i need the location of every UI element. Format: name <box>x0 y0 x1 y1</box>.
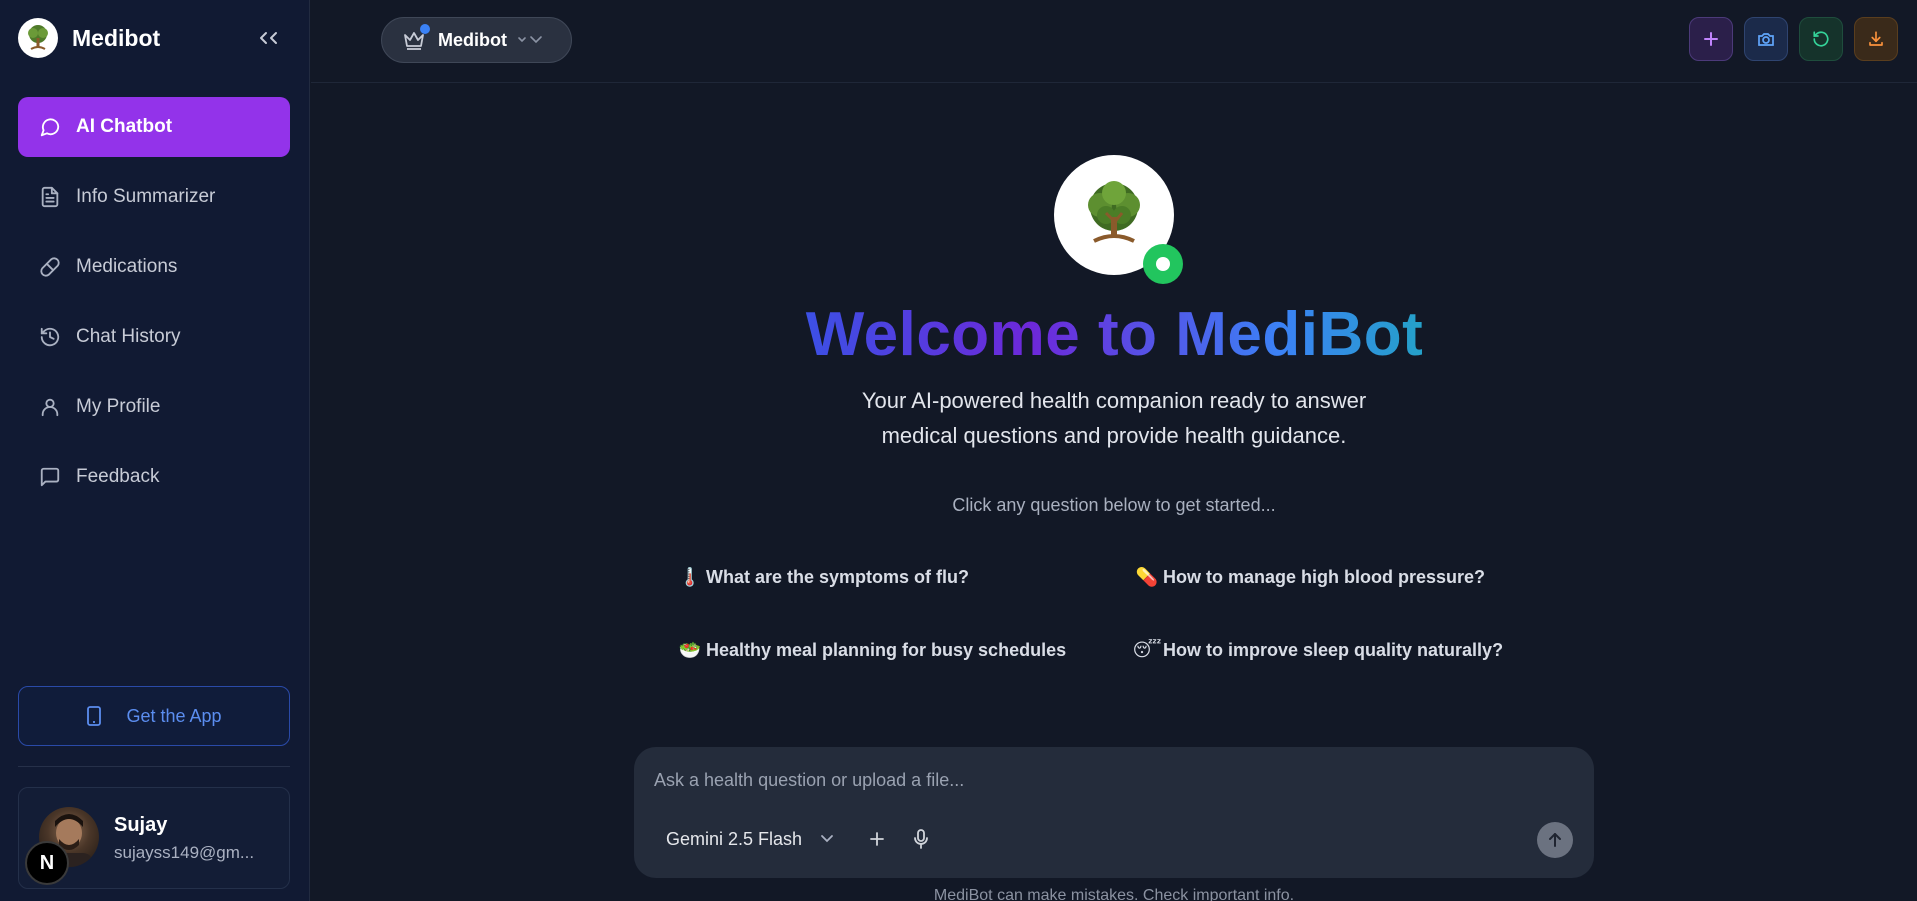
feedback-icon <box>38 465 62 489</box>
chevrons-left-icon <box>260 32 277 44</box>
download-icon <box>1869 31 1883 46</box>
camera-button[interactable] <box>1744 17 1788 61</box>
get-started-hint: Click any question below to get started.… <box>952 495 1276 515</box>
brand[interactable]: Medibot <box>18 18 160 58</box>
smartphone-icon <box>86 706 102 726</box>
sidebar-nav: AI Chatbot Info Summarizer Medications C… <box>18 97 290 517</box>
get-the-app-label: Get the App <box>126 705 222 726</box>
suggestion-text: Healthy meal planning for busy schedules <box>706 639 1067 660</box>
suggestion-text: How to manage high blood pressure? <box>1163 566 1486 587</box>
arrow-up-icon <box>1549 833 1561 847</box>
refresh-button[interactable] <box>1799 17 1843 61</box>
download-button[interactable] <box>1854 17 1898 61</box>
profile-name: Sujay <box>114 814 168 836</box>
history-icon <box>38 325 62 349</box>
suggestion-blood-pressure[interactable]: 💊 How to manage high blood pressure? <box>1135 559 1486 595</box>
get-the-app-button[interactable]: Get the App <box>18 686 290 746</box>
profile-email: sujayss149@gm... <box>114 843 255 862</box>
sidebar-item-label: Chat History <box>76 326 181 347</box>
crown-icon <box>402 24 430 52</box>
notification-dot <box>420 24 430 34</box>
brand-name: Medibot <box>72 24 161 51</box>
chevron-down-icon <box>820 834 834 844</box>
sidebar-item-medications[interactable]: Medications <box>18 237 290 297</box>
new-chat-button[interactable] <box>1689 17 1733 61</box>
sidebar-divider <box>18 766 290 767</box>
welcome-subtitle: Your AI-powered health companion ready t… <box>780 383 1448 453</box>
plus-icon <box>870 832 884 846</box>
camera-icon <box>1758 33 1774 46</box>
sidebar-item-label: My Profile <box>76 396 161 417</box>
sidebar-item-label: Medications <box>76 256 178 277</box>
suggestion-meal-planning[interactable]: 🥗 Healthy meal planning for busy schedul… <box>678 632 1067 668</box>
sidebar: Medibot AI Chatbot Info Summarizer Medic… <box>0 0 310 901</box>
profile-card[interactable]: N Sujay sujayss149@gm... <box>18 787 290 889</box>
sidebar-item-ai-chatbot[interactable]: AI Chatbot <box>18 97 290 157</box>
sidebar-item-feedback[interactable]: Feedback <box>18 447 290 507</box>
plus-icon <box>1704 32 1718 46</box>
user-icon <box>38 395 62 419</box>
subtitle-line: Your AI-powered health companion ready t… <box>861 388 1367 413</box>
message-circle-icon <box>38 115 62 139</box>
suggestion-flu-symptoms[interactable]: 🌡️ What are the symptoms of flu? <box>678 559 970 595</box>
suggestion-text: What are the symptoms of flu? <box>706 566 970 587</box>
sleeping-face-icon: 😴 <box>1132 639 1162 660</box>
chat-composer: Gemini 2.5 Flash <box>634 747 1594 878</box>
sidebar-item-my-profile[interactable]: My Profile <box>18 377 290 437</box>
header-divider <box>311 82 1917 83</box>
pill-icon <box>38 255 62 279</box>
sidebar-item-label: Info Summarizer <box>76 186 216 207</box>
suggestion-sleep-quality[interactable]: 😴 How to improve sleep quality naturally… <box>1132 632 1504 668</box>
document-icon <box>38 185 62 209</box>
thermometer-icon: 🌡️ <box>678 566 702 587</box>
model-switcher-button[interactable]: Medibot <box>381 17 572 63</box>
n-badge[interactable]: N <box>25 841 69 885</box>
tree-logo-icon <box>1088 181 1140 243</box>
sidebar-item-info-summarizer[interactable]: Info Summarizer <box>18 167 290 227</box>
chevron-down-icon <box>517 34 545 46</box>
refresh-icon <box>1813 31 1829 47</box>
tree-logo-icon <box>18 18 58 58</box>
pill-icon: 💊 <box>1135 566 1159 587</box>
chat-input[interactable] <box>654 765 1554 795</box>
sidebar-item-label: Feedback <box>76 466 160 487</box>
disclaimer-text: MediBot can make mistakes. Check importa… <box>933 887 1295 901</box>
collapse-sidebar-button[interactable] <box>256 26 282 50</box>
subtitle-line: medical questions and provide health gui… <box>881 423 1347 448</box>
welcome-title: Welcome to MediBot <box>700 300 1529 370</box>
suggestion-text: How to improve sleep quality naturally? <box>1163 639 1504 660</box>
send-button[interactable] <box>1537 822 1573 858</box>
model-select-value: Gemini 2.5 Flash <box>666 828 803 849</box>
online-status-indicator <box>1143 244 1183 284</box>
microphone-icon <box>914 829 928 849</box>
model-switcher-label: Medibot <box>438 29 507 50</box>
sidebar-item-label: AI Chatbot <box>76 116 173 137</box>
voice-input-button[interactable] <box>905 823 937 855</box>
attach-file-button[interactable] <box>861 823 893 855</box>
sidebar-item-chat-history[interactable]: Chat History <box>18 307 290 367</box>
model-select-dropdown[interactable]: Gemini 2.5 Flash <box>650 823 842 855</box>
salad-icon: 🥗 <box>678 639 702 660</box>
